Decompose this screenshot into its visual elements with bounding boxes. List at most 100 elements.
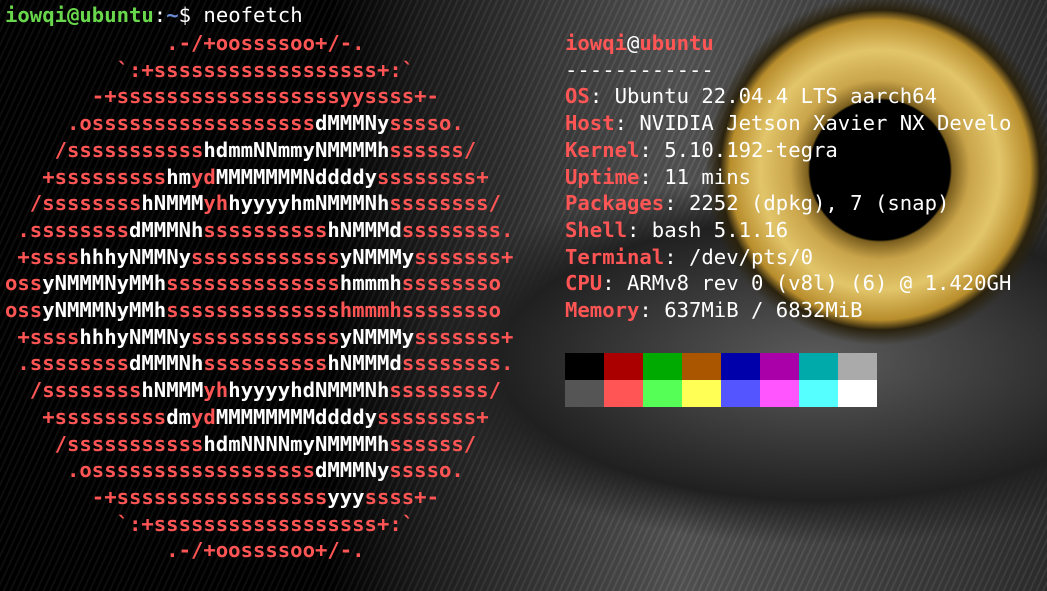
info-label: Uptime <box>565 164 640 189</box>
logo-segment: dMMMNh <box>129 351 204 376</box>
logo-line: ossyNMMMNyMMhsssssssssssssshmmmhssssssso <box>5 270 501 297</box>
color-swatch <box>682 380 721 407</box>
logo-segment: .-/+oossssoo+/-. <box>5 31 365 55</box>
logo-segment: MMMMMMMMddddy <box>215 404 377 429</box>
info-value: : 5.10.192-tegra <box>639 137 838 162</box>
logo-segment: MMMMMMMNddddy <box>215 164 377 189</box>
logo-segment: ssssssssss <box>203 217 328 242</box>
logo-segment: .ssssssss <box>5 351 129 376</box>
info-row-os: OS: Ubuntu 22.04.4 LTS aarch64 <box>565 83 937 110</box>
logo-line: .ossssssssssssssssssdMMMNysssso. <box>5 110 464 137</box>
info-label: Kernel <box>565 137 640 162</box>
logo-segment: yyy <box>327 484 365 509</box>
prompt-symbol: $ <box>178 3 192 27</box>
info-value: : 637MiB / 6832MiB <box>639 298 863 322</box>
logo-segment: +ssss <box>5 324 80 349</box>
logo-segment: ssssssss+ <box>377 164 489 189</box>
color-swatch <box>760 380 799 407</box>
logo-segment: -+ssssssssssssssssssyyssss+- <box>5 84 439 109</box>
logo-segment: hdmmNNmmyNMMMMh <box>203 137 390 162</box>
logo-segment: ssssssss. <box>401 217 514 242</box>
logo-segment: dMMMNy <box>314 458 390 483</box>
logo-segment: ssssssssssssss <box>166 271 340 296</box>
info-title-host: ubuntu <box>639 31 714 55</box>
logo-segment: /sssssssssss <box>5 137 204 162</box>
logo-segment: -+sssssssssssssssss <box>5 484 328 509</box>
logo-segment: sssssss+ <box>414 324 514 349</box>
logo-line: +sssshhhyNMMNyssssssssssssyNMMMysssssss+ <box>5 244 513 271</box>
logo-segment: yNMMMNyMMh <box>42 271 167 296</box>
logo-segment: ssssssss/ <box>389 191 501 216</box>
info-value: : /dev/pts/0 <box>664 244 813 269</box>
logo-segment: yNMMMNyMMh <box>42 298 167 322</box>
logo-segment: hmmmh <box>339 271 402 296</box>
logo-segment: hdmNNNNmyNMMMMh <box>203 431 390 456</box>
info-row-packages: Packages: 2252 (dpkg), 7 (snap) <box>565 190 949 217</box>
info-row-uptime: Uptime: 11 mins <box>565 164 751 191</box>
logo-segment: .ssssssss <box>5 217 129 242</box>
info-row-memory: Memory: 637MiB / 6832MiB <box>565 297 863 324</box>
logo-segment: /ssssssss <box>5 378 142 403</box>
prompt-user-host: iowqi@ubuntu <box>5 3 154 27</box>
logo-segment: yNMMMy <box>339 324 415 349</box>
logo-segment: hNMMM <box>141 191 204 216</box>
prompt-path: ~ <box>166 3 179 27</box>
logo-segment: `:+ssssssssssssssssss+:` <box>5 57 415 82</box>
logo-segment: `:+ssssssssssssssssss+:` <box>5 511 415 536</box>
color-swatch <box>838 380 877 407</box>
info-row-shell: Shell: bash 5.1.16 <box>565 217 788 244</box>
color-swatch <box>682 353 721 380</box>
info-value: : bash 5.1.16 <box>627 217 789 242</box>
color-swatch <box>838 353 877 380</box>
prompt-command: neofetch <box>191 3 303 27</box>
prompt-line: iowqi@ubuntu:~$ neofetch <box>5 2 303 29</box>
logo-segment: yh <box>203 191 229 216</box>
logo-segment: yd <box>191 164 216 189</box>
logo-line: -+sssssssssssssssssyyyssss+- <box>5 484 439 511</box>
logo-line: -+ssssssssssssssssssyyssss+- <box>5 83 439 110</box>
logo-line: /sssssssshNMMMyhhyyyyhmNMMMNhssssssss/ <box>5 190 501 217</box>
logo-segment: .ossssssssssssssssss <box>5 458 315 483</box>
logo-segment: ssssssssss <box>203 351 328 376</box>
logo-segment: ssssssss. <box>401 351 514 376</box>
logo-segment: ssssssssssss <box>191 244 340 269</box>
logo-segment: ssssss/ <box>389 137 477 162</box>
logo-segment: ssss+- <box>364 484 439 509</box>
logo-segment: sssssss+ <box>414 244 514 269</box>
info-title-user: iowqi <box>565 31 627 55</box>
info-label: Shell <box>565 217 627 242</box>
color-swatch <box>643 353 682 380</box>
logo-segment: .ossssssssssssssssss <box>5 111 315 136</box>
color-swatch <box>799 353 838 380</box>
logo-line: /sssssssshNMMMyhhyyyyhdNMMMNhssssssss/ <box>5 377 501 404</box>
logo-line: +sssshhhyNMMNyssssssssssssyNMMMysssssss+ <box>5 324 513 351</box>
logo-line: ossyNMMMNyMMhsssssssssssssshmmmhssssssso <box>5 297 501 324</box>
info-label: Terminal <box>565 244 665 269</box>
logo-segment: /sssssssssss <box>5 431 204 456</box>
info-title-at: @ <box>627 31 640 55</box>
logo-line: .-/+oossssoo+/-. <box>5 537 365 564</box>
info-value: : NVIDIA Jetson Xavier NX Develo <box>614 111 1012 136</box>
logo-segment: /ssssssss <box>5 191 142 216</box>
logo-segment: dm <box>166 404 191 429</box>
info-value: : Ubuntu 22.04.4 LTS aarch64 <box>589 84 937 109</box>
info-value: : ARMv8 rev 0 (v8l) (6) @ 1.420GH <box>602 271 1012 296</box>
info-divider: ------------ <box>565 57 714 82</box>
info-value: : 2252 (dpkg), 7 (snap) <box>664 191 950 216</box>
terminal-window[interactable]: iowqi@ubuntu:~$ neofetch .-/+oossssoo+/-… <box>0 0 1047 591</box>
logo-line: .-/+oossssoo+/-. <box>5 30 365 57</box>
logo-segment: sssso. <box>389 458 464 483</box>
logo-segment: ssssssss+ <box>377 404 489 429</box>
logo-segment: sssso. <box>389 111 464 136</box>
logo-segment: oss <box>5 271 43 296</box>
logo-segment: ssssss/ <box>389 431 477 456</box>
logo-segment: hhhyNMMNy <box>79 244 191 269</box>
logo-segment: +ssss <box>5 244 80 269</box>
info-row-kernel: Kernel: 5.10.192-tegra <box>565 137 838 164</box>
logo-segment: .-/+oossssoo+/-. <box>5 538 365 563</box>
color-swatch <box>721 353 760 380</box>
logo-line: `:+ssssssssssssssssss+:` <box>5 57 415 84</box>
logo-line: .ssssssssdMMMNhsssssssssshNMMMdssssssss. <box>5 350 513 377</box>
info-label: Packages <box>565 191 665 216</box>
color-swatch <box>643 380 682 407</box>
